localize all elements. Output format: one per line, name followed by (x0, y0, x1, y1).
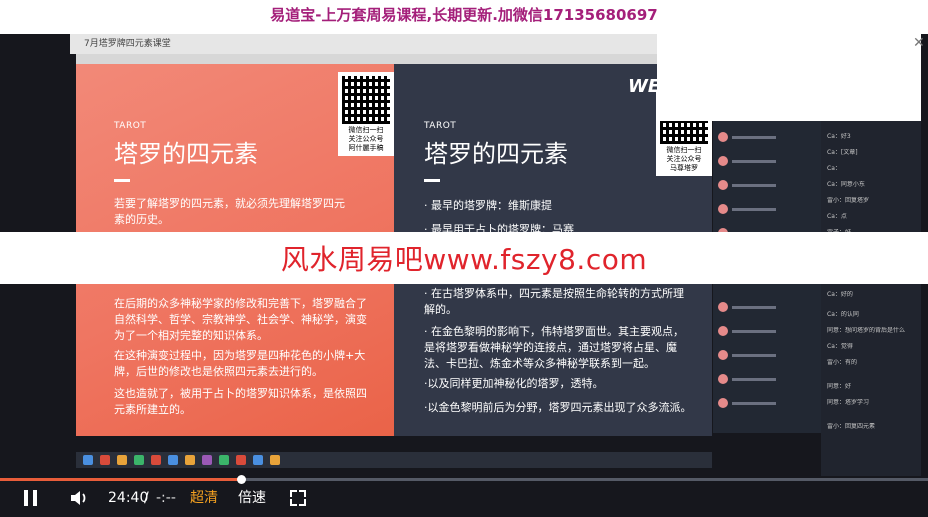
side-message: Ca：的认同 (827, 311, 859, 318)
taskbar-app-icon[interactable] (270, 455, 280, 465)
title-divider-left (114, 179, 130, 182)
chat-message (718, 155, 776, 167)
bullet-1: · 最早的塔罗牌：维斯康提 (424, 199, 552, 212)
taskbar-app-icon[interactable] (219, 455, 229, 465)
chat-message (718, 131, 776, 143)
side-message: Ca：好3 (827, 133, 851, 140)
taskbar-app-icon[interactable] (151, 455, 161, 465)
side-message: 同意：想问塔罗的背后是什么 (827, 327, 906, 334)
fullscreen-icon[interactable] (290, 490, 306, 506)
slide-title-left: 塔罗的四元素 (114, 140, 258, 168)
tarot-label-right: TAROT (424, 121, 457, 131)
progress-handle[interactable] (237, 475, 246, 484)
side-message: 同意：好 (827, 383, 852, 390)
chat-message (718, 373, 776, 385)
bullet-3: · 在古塔罗体系中，四元素是按照生命轮转的方式所理解的。 (424, 287, 684, 316)
taskbar-app-icon[interactable] (134, 455, 144, 465)
volume-icon[interactable] (69, 489, 89, 507)
pause-icon[interactable] (24, 490, 38, 506)
taskbar-app-icon[interactable] (253, 455, 263, 465)
window-title: 7月塔罗牌四元素课堂 (70, 34, 660, 54)
taskbar-app-icon[interactable] (100, 455, 110, 465)
side-message: Ca：好的 (827, 291, 853, 298)
blank-overlay-panel (657, 25, 921, 121)
progress-fill (0, 478, 241, 481)
side-message: Ca：点 (827, 213, 847, 220)
time-separator: / (144, 490, 149, 506)
side-message: Ca： (827, 165, 841, 172)
chat-message (718, 301, 776, 313)
title-divider-right (424, 179, 440, 182)
qr-caption-left: 微信扫一扫 关注公众号 阿什麗手稿 (348, 126, 384, 152)
chat-message (718, 179, 776, 191)
side-message: Ca：觉得 (827, 343, 853, 350)
taskbar-app-icon[interactable] (83, 455, 93, 465)
slide-title-right: 塔罗的四元素 (424, 140, 568, 168)
taskbar (76, 452, 712, 468)
chat-message (718, 397, 776, 409)
bullet-6: ·以金色黎明前后为分野，塔罗四元素出现了众多流派。 (424, 401, 692, 414)
qr-code-left: 微信扫一扫 关注公众号 阿什麗手稿 (338, 72, 394, 156)
paragraph-2: 在这种演变过程中，因为塔罗是四种花色的小牌+大牌，后世的修改也是依照四元素去进行… (114, 349, 366, 378)
chat-message (718, 349, 776, 361)
side-message: Ca：同意小东 (827, 181, 865, 188)
speed-button[interactable]: 倍速 (238, 486, 266, 510)
quality-button[interactable]: 超清 (190, 486, 218, 510)
slide-logo: WE (628, 76, 661, 97)
current-time: 24:40 (108, 490, 149, 506)
taskbar-app-icon[interactable] (236, 455, 246, 465)
qr-caption-right: 微信扫一扫 关注公众号 马尊塔罗 (666, 146, 702, 172)
side-message: Ca：[文章] (827, 149, 858, 156)
window-toolbar (76, 54, 658, 64)
side-message: 雷小：回复四元素 (827, 423, 876, 430)
tarot-label-left: TAROT (114, 121, 147, 131)
side-message: 同意：塔罗学习 (827, 399, 870, 406)
taskbar-app-icon[interactable] (185, 455, 195, 465)
bullet-5: ·以及同样更加神秘化的塔罗，透特。 (424, 377, 604, 390)
side-message: 雷小：回复塔罗 (827, 197, 870, 204)
taskbar-app-icon[interactable] (117, 455, 127, 465)
taskbar-app-icon[interactable] (168, 455, 178, 465)
taskbar-app-icon[interactable] (202, 455, 212, 465)
chat-message (718, 325, 776, 337)
paragraph-1: 在后期的众多神秘学家的修改和完善下，塔罗融合了自然科学、哲学、宗教神学、社会学、… (114, 297, 367, 342)
watermark-band: 风水周易吧www.fszy8.com (0, 232, 928, 284)
watermark-text: 风水周易吧www.fszy8.com (280, 243, 648, 276)
chat-message (718, 203, 776, 215)
intro-text: 若要了解塔罗的四元素，就必须先理解塔罗四元素的历史。 (114, 197, 345, 226)
side-message-panel[interactable]: Ca：好3 Ca：[文章] Ca： Ca：同意小东 雷小：回复塔罗 Ca：点 雷… (821, 121, 921, 476)
duration: -:-- (156, 490, 176, 506)
paragraph-3: 这也造就了，被用于占卜的塔罗知识体系，是依照四元素所建立的。 (114, 387, 367, 416)
side-message: 雷小：有的 (827, 359, 858, 366)
top-banner: 易道宝-上万套周易课程,长期更新.加微信17135680697 (270, 5, 658, 24)
close-icon[interactable]: ✕ (913, 36, 925, 50)
bullet-4: · 在金色黎明的影响下，伟特塔罗面世。其主要观点，是将塔罗看做神秘学的连接点，通… (424, 325, 684, 370)
